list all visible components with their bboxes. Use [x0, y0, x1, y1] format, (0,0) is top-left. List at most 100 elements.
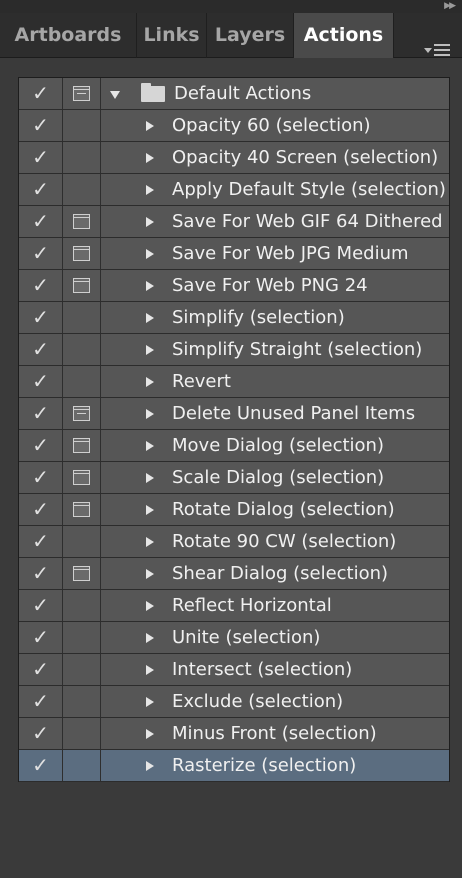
action-row[interactable]: ✓ Unite (selection) [19, 622, 449, 654]
chevron-right-icon[interactable] [146, 153, 154, 163]
chevron-right-icon[interactable] [146, 281, 154, 291]
toggle-dialog-cell[interactable] [63, 334, 101, 365]
action-row[interactable]: ✓ Save For Web JPG Medium [19, 238, 449, 270]
chevron-right-icon[interactable] [146, 249, 154, 259]
chevron-right-icon[interactable] [146, 121, 154, 131]
action-name-cell[interactable]: Save For Web GIF 64 Dithered [101, 206, 449, 237]
action-row[interactable]: ✓ Revert [19, 366, 449, 398]
action-name-cell[interactable]: Opacity 40 Screen (selection) [101, 142, 449, 173]
action-row[interactable]: ✓ Apply Default Style (selection) [19, 174, 449, 206]
toggle-dialog-cell[interactable] [63, 558, 101, 589]
toggle-dialog-cell[interactable] [63, 110, 101, 141]
action-row[interactable]: ✓ Simplify (selection) [19, 302, 449, 334]
toggle-item-checkbox[interactable]: ✓ [19, 462, 63, 493]
action-set-row[interactable]: ✓ Default Actions [19, 78, 449, 110]
toggle-item-checkbox[interactable]: ✓ [19, 494, 63, 525]
action-row[interactable]: ✓ Save For Web GIF 64 Dithered [19, 206, 449, 238]
toggle-item-checkbox[interactable]: ✓ [19, 238, 63, 269]
toggle-dialog-cell[interactable] [63, 622, 101, 653]
chevron-right-icon[interactable] [146, 665, 154, 675]
chevron-right-icon[interactable] [146, 409, 154, 419]
toggle-item-checkbox[interactable]: ✓ [19, 206, 63, 237]
toggle-item-checkbox[interactable]: ✓ [19, 526, 63, 557]
toggle-item-checkbox[interactable]: ✓ [19, 334, 63, 365]
action-row[interactable]: ✓ Save For Web PNG 24 [19, 270, 449, 302]
action-name-cell[interactable]: Intersect (selection) [101, 654, 449, 685]
toggle-dialog-cell[interactable] [63, 398, 101, 429]
action-name-cell[interactable]: Reflect Horizontal [101, 590, 449, 621]
toggle-dialog-cell[interactable] [63, 174, 101, 205]
tab-layers[interactable]: Layers [207, 13, 294, 58]
toggle-item-checkbox[interactable]: ✓ [19, 430, 63, 461]
toggle-dialog-cell[interactable] [63, 302, 101, 333]
action-row[interactable]: ✓ Scale Dialog (selection) [19, 462, 449, 494]
action-name-cell[interactable]: Rotate Dialog (selection) [101, 494, 449, 525]
toggle-dialog-cell[interactable] [63, 590, 101, 621]
action-row[interactable]: ✓ Shear Dialog (selection) [19, 558, 449, 590]
toggle-item-checkbox[interactable]: ✓ [19, 590, 63, 621]
toggle-item-checkbox[interactable]: ✓ [19, 622, 63, 653]
action-row[interactable]: ✓ Opacity 60 (selection) [19, 110, 449, 142]
toggle-item-checkbox[interactable]: ✓ [19, 78, 63, 109]
toggle-dialog-cell[interactable] [63, 686, 101, 717]
tab-links[interactable]: Links [137, 13, 207, 58]
toggle-item-checkbox[interactable]: ✓ [19, 686, 63, 717]
action-name-cell[interactable]: Opacity 60 (selection) [101, 110, 449, 141]
action-row[interactable]: ✓ Rotate Dialog (selection) [19, 494, 449, 526]
action-name-cell[interactable]: Scale Dialog (selection) [101, 462, 449, 493]
action-name-cell[interactable]: Shear Dialog (selection) [101, 558, 449, 589]
toggle-dialog-cell[interactable] [63, 142, 101, 173]
toggle-item-checkbox[interactable]: ✓ [19, 398, 63, 429]
chevron-down-icon[interactable] [110, 91, 120, 99]
toggle-item-checkbox[interactable]: ✓ [19, 654, 63, 685]
action-row[interactable]: ✓ Simplify Straight (selection) [19, 334, 449, 366]
action-row[interactable]: ✓ Delete Unused Panel Items [19, 398, 449, 430]
action-name-cell[interactable]: Save For Web PNG 24 [101, 270, 449, 301]
action-name-cell[interactable]: Simplify (selection) [101, 302, 449, 333]
action-name-cell[interactable]: Minus Front (selection) [101, 718, 449, 749]
action-name-cell[interactable]: Move Dialog (selection) [101, 430, 449, 461]
toggle-item-checkbox[interactable]: ✓ [19, 750, 63, 781]
action-row[interactable]: ✓ Rasterize (selection) [19, 750, 449, 782]
action-row[interactable]: ✓ Rotate 90 CW (selection) [19, 526, 449, 558]
chevron-right-icon[interactable] [146, 377, 154, 387]
chevron-right-icon[interactable] [146, 441, 154, 451]
panel-menu-icon[interactable] [424, 41, 454, 61]
chevron-right-icon[interactable] [146, 505, 154, 515]
toggle-dialog-cell[interactable] [63, 462, 101, 493]
toggle-item-checkbox[interactable]: ✓ [19, 302, 63, 333]
chevron-right-icon[interactable] [146, 697, 154, 707]
toggle-dialog-cell[interactable] [63, 494, 101, 525]
action-row[interactable]: ✓ Move Dialog (selection) [19, 430, 449, 462]
action-name-cell[interactable]: Revert [101, 366, 449, 397]
action-name-cell[interactable]: Rasterize (selection) [101, 750, 449, 781]
toggle-item-checkbox[interactable]: ✓ [19, 718, 63, 749]
action-row[interactable]: ✓ Intersect (selection) [19, 654, 449, 686]
toggle-item-checkbox[interactable]: ✓ [19, 110, 63, 141]
toggle-dialog-cell[interactable] [63, 718, 101, 749]
action-name-cell[interactable]: Rotate 90 CW (selection) [101, 526, 449, 557]
chevron-right-icon[interactable] [146, 633, 154, 643]
chevron-right-icon[interactable] [146, 729, 154, 739]
toggle-dialog-cell[interactable] [63, 270, 101, 301]
toggle-dialog-cell[interactable] [63, 366, 101, 397]
toggle-dialog-cell[interactable] [63, 238, 101, 269]
action-row[interactable]: ✓ Reflect Horizontal [19, 590, 449, 622]
tab-artboards[interactable]: Artboards [0, 13, 137, 58]
chevron-right-icon[interactable] [146, 185, 154, 195]
toggle-dialog-cell[interactable] [63, 750, 101, 781]
toggle-dialog-cell[interactable] [63, 430, 101, 461]
action-name-cell[interactable]: Unite (selection) [101, 622, 449, 653]
action-row[interactable]: ✓ Opacity 40 Screen (selection) [19, 142, 449, 174]
chevron-right-icon[interactable] [146, 761, 154, 771]
toggle-item-checkbox[interactable]: ✓ [19, 270, 63, 301]
toggle-item-checkbox[interactable]: ✓ [19, 174, 63, 205]
chevron-right-icon[interactable] [146, 601, 154, 611]
toggle-item-checkbox[interactable]: ✓ [19, 142, 63, 173]
toggle-item-checkbox[interactable]: ✓ [19, 558, 63, 589]
action-row[interactable]: ✓ Minus Front (selection) [19, 718, 449, 750]
chevron-right-icon[interactable] [146, 473, 154, 483]
action-name-cell[interactable]: Simplify Straight (selection) [101, 334, 449, 365]
action-name-cell[interactable]: Delete Unused Panel Items [101, 398, 449, 429]
chevron-right-icon[interactable] [146, 217, 154, 227]
